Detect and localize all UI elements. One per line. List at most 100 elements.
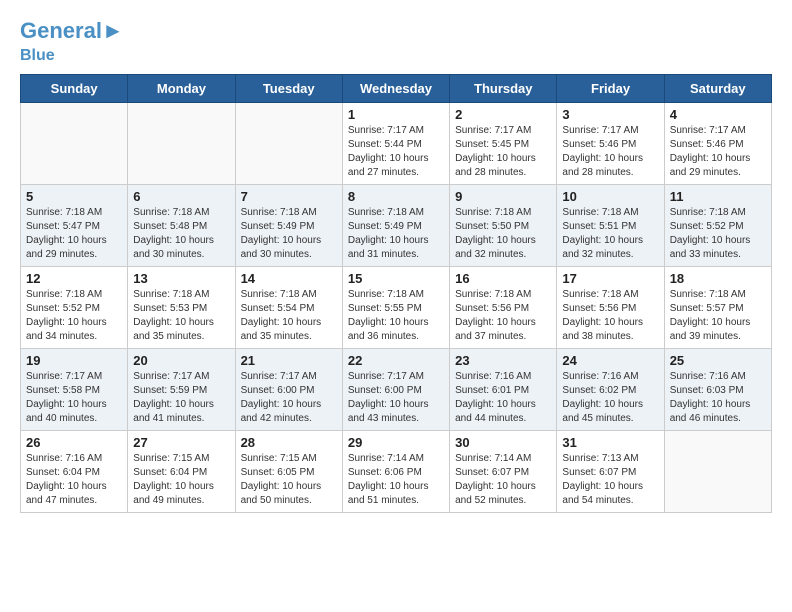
day-number: 21 — [241, 353, 337, 368]
day-number: 14 — [241, 271, 337, 286]
calendar-week-2: 5 Sunrise: 7:18 AM Sunset: 5:47 PM Daylig… — [21, 185, 772, 267]
day-info: Sunrise: 7:17 AM Sunset: 5:45 PM Dayligh… — [455, 124, 551, 180]
calendar-cell: 29 Sunrise: 7:14 AM Sunset: 6:06 PM Dayli… — [342, 431, 449, 513]
day-info: Sunrise: 7:17 AM Sunset: 5:46 PM Dayligh… — [670, 124, 766, 180]
day-info: Sunrise: 7:18 AM Sunset: 5:52 PM Dayligh… — [26, 288, 122, 344]
day-number: 1 — [348, 107, 444, 122]
calendar-cell: 14 Sunrise: 7:18 AM Sunset: 5:54 PM Dayli… — [235, 267, 342, 349]
day-info: Sunrise: 7:17 AM Sunset: 5:44 PM Dayligh… — [348, 124, 444, 180]
calendar-cell: 30 Sunrise: 7:14 AM Sunset: 6:07 PM Dayli… — [450, 431, 557, 513]
day-info: Sunrise: 7:16 AM Sunset: 6:04 PM Dayligh… — [26, 452, 122, 508]
day-number: 8 — [348, 189, 444, 204]
day-info: Sunrise: 7:16 AM Sunset: 6:02 PM Dayligh… — [562, 370, 658, 426]
day-number: 9 — [455, 189, 551, 204]
day-info: Sunrise: 7:15 AM Sunset: 6:04 PM Dayligh… — [133, 452, 229, 508]
day-number: 16 — [455, 271, 551, 286]
day-number: 10 — [562, 189, 658, 204]
calendar-cell: 28 Sunrise: 7:15 AM Sunset: 6:05 PM Dayli… — [235, 431, 342, 513]
calendar-cell: 20Sunrise: 7:17 AM Sunset: 5:59 PM Dayli… — [128, 349, 235, 431]
calendar-cell: 13Sunrise: 7:18 AM Sunset: 5:53 PM Dayli… — [128, 267, 235, 349]
logo-text: General► Blue — [20, 20, 124, 64]
day-info: Sunrise: 7:18 AM Sunset: 5:48 PM Dayligh… — [133, 206, 229, 262]
calendar-week-1: 1 Sunrise: 7:17 AM Sunset: 5:44 PM Daylig… — [21, 103, 772, 185]
calendar-cell: 2 Sunrise: 7:17 AM Sunset: 5:45 PM Daylig… — [450, 103, 557, 185]
calendar-cell: 21 Sunrise: 7:17 AM Sunset: 6:00 PM Dayli… — [235, 349, 342, 431]
day-number: 2 — [455, 107, 551, 122]
calendar-cell: 11 Sunrise: 7:18 AM Sunset: 5:52 PM Dayli… — [664, 185, 771, 267]
day-number: 18 — [670, 271, 766, 286]
logo: General► Blue — [20, 20, 124, 64]
day-info: Sunrise: 7:17 AM Sunset: 6:00 PM Dayligh… — [241, 370, 337, 426]
day-info: Sunrise: 7:18 AM Sunset: 5:53 PM Dayligh… — [133, 288, 229, 344]
day-number: 7 — [241, 189, 337, 204]
calendar-cell: 24Sunrise: 7:16 AM Sunset: 6:02 PM Dayli… — [557, 349, 664, 431]
calendar-cell: 12 Sunrise: 7:18 AM Sunset: 5:52 PM Dayli… — [21, 267, 128, 349]
day-header-thursday: Thursday — [450, 75, 557, 103]
calendar-cell: 19 Sunrise: 7:17 AM Sunset: 5:58 PM Dayli… — [21, 349, 128, 431]
day-number: 22 — [348, 353, 444, 368]
calendar-week-4: 19 Sunrise: 7:17 AM Sunset: 5:58 PM Dayli… — [21, 349, 772, 431]
day-info: Sunrise: 7:18 AM Sunset: 5:57 PM Dayligh… — [670, 288, 766, 344]
day-number: 4 — [670, 107, 766, 122]
day-info: Sunrise: 7:18 AM Sunset: 5:56 PM Dayligh… — [562, 288, 658, 344]
day-number: 15 — [348, 271, 444, 286]
calendar-cell: 3Sunrise: 7:17 AM Sunset: 5:46 PM Daylig… — [557, 103, 664, 185]
day-number: 27 — [133, 435, 229, 450]
day-info: Sunrise: 7:17 AM Sunset: 6:00 PM Dayligh… — [348, 370, 444, 426]
day-number: 17 — [562, 271, 658, 286]
logo-general: General — [20, 18, 102, 43]
day-number: 26 — [26, 435, 122, 450]
calendar-cell — [235, 103, 342, 185]
page-header: General► Blue — [20, 20, 772, 64]
calendar-cell — [128, 103, 235, 185]
calendar-cell: 25Sunrise: 7:16 AM Sunset: 6:03 PM Dayli… — [664, 349, 771, 431]
calendar-cell: 23Sunrise: 7:16 AM Sunset: 6:01 PM Dayli… — [450, 349, 557, 431]
day-info: Sunrise: 7:17 AM Sunset: 5:58 PM Dayligh… — [26, 370, 122, 426]
day-info: Sunrise: 7:17 AM Sunset: 5:46 PM Dayligh… — [562, 124, 658, 180]
day-header-sunday: Sunday — [21, 75, 128, 103]
day-info: Sunrise: 7:18 AM Sunset: 5:54 PM Dayligh… — [241, 288, 337, 344]
day-info: Sunrise: 7:18 AM Sunset: 5:51 PM Dayligh… — [562, 206, 658, 262]
day-number: 6 — [133, 189, 229, 204]
day-info: Sunrise: 7:18 AM Sunset: 5:55 PM Dayligh… — [348, 288, 444, 344]
calendar-cell: 10 Sunrise: 7:18 AM Sunset: 5:51 PM Dayli… — [557, 185, 664, 267]
day-number: 25 — [670, 353, 766, 368]
day-number: 28 — [241, 435, 337, 450]
calendar-header-row: SundayMondayTuesdayWednesdayThursdayFrid… — [21, 75, 772, 103]
calendar-cell — [21, 103, 128, 185]
calendar-cell: 9 Sunrise: 7:18 AM Sunset: 5:50 PM Daylig… — [450, 185, 557, 267]
calendar-cell: 8Sunrise: 7:18 AM Sunset: 5:49 PM Daylig… — [342, 185, 449, 267]
day-info: Sunrise: 7:18 AM Sunset: 5:52 PM Dayligh… — [670, 206, 766, 262]
day-info: Sunrise: 7:14 AM Sunset: 6:06 PM Dayligh… — [348, 452, 444, 508]
day-info: Sunrise: 7:15 AM Sunset: 6:05 PM Dayligh… — [241, 452, 337, 508]
day-number: 30 — [455, 435, 551, 450]
day-info: Sunrise: 7:18 AM Sunset: 5:50 PM Dayligh… — [455, 206, 551, 262]
calendar-cell: 1 Sunrise: 7:17 AM Sunset: 5:44 PM Daylig… — [342, 103, 449, 185]
day-number: 5 — [26, 189, 122, 204]
day-number: 19 — [26, 353, 122, 368]
day-header-wednesday: Wednesday — [342, 75, 449, 103]
calendar-cell: 27 Sunrise: 7:15 AM Sunset: 6:04 PM Dayli… — [128, 431, 235, 513]
calendar-cell: 7Sunrise: 7:18 AM Sunset: 5:49 PM Daylig… — [235, 185, 342, 267]
calendar-cell: 22 Sunrise: 7:17 AM Sunset: 6:00 PM Dayli… — [342, 349, 449, 431]
day-number: 23 — [455, 353, 551, 368]
calendar-cell — [664, 431, 771, 513]
calendar-cell: 26 Sunrise: 7:16 AM Sunset: 6:04 PM Dayli… — [21, 431, 128, 513]
day-number: 31 — [562, 435, 658, 450]
calendar-cell: 31 Sunrise: 7:13 AM Sunset: 6:07 PM Dayli… — [557, 431, 664, 513]
day-info: Sunrise: 7:14 AM Sunset: 6:07 PM Dayligh… — [455, 452, 551, 508]
calendar-cell: 17 Sunrise: 7:18 AM Sunset: 5:56 PM Dayli… — [557, 267, 664, 349]
calendar-cell: 4 Sunrise: 7:17 AM Sunset: 5:46 PM Daylig… — [664, 103, 771, 185]
calendar-cell: 16Sunrise: 7:18 AM Sunset: 5:56 PM Dayli… — [450, 267, 557, 349]
day-header-tuesday: Tuesday — [235, 75, 342, 103]
calendar-cell: 18 Sunrise: 7:18 AM Sunset: 5:57 PM Dayli… — [664, 267, 771, 349]
day-number: 12 — [26, 271, 122, 286]
day-header-friday: Friday — [557, 75, 664, 103]
day-number: 20 — [133, 353, 229, 368]
day-number: 29 — [348, 435, 444, 450]
day-number: 11 — [670, 189, 766, 204]
calendar-week-5: 26 Sunrise: 7:16 AM Sunset: 6:04 PM Dayli… — [21, 431, 772, 513]
calendar: SundayMondayTuesdayWednesdayThursdayFrid… — [20, 74, 772, 513]
day-info: Sunrise: 7:13 AM Sunset: 6:07 PM Dayligh… — [562, 452, 658, 508]
day-info: Sunrise: 7:18 AM Sunset: 5:47 PM Dayligh… — [26, 206, 122, 262]
